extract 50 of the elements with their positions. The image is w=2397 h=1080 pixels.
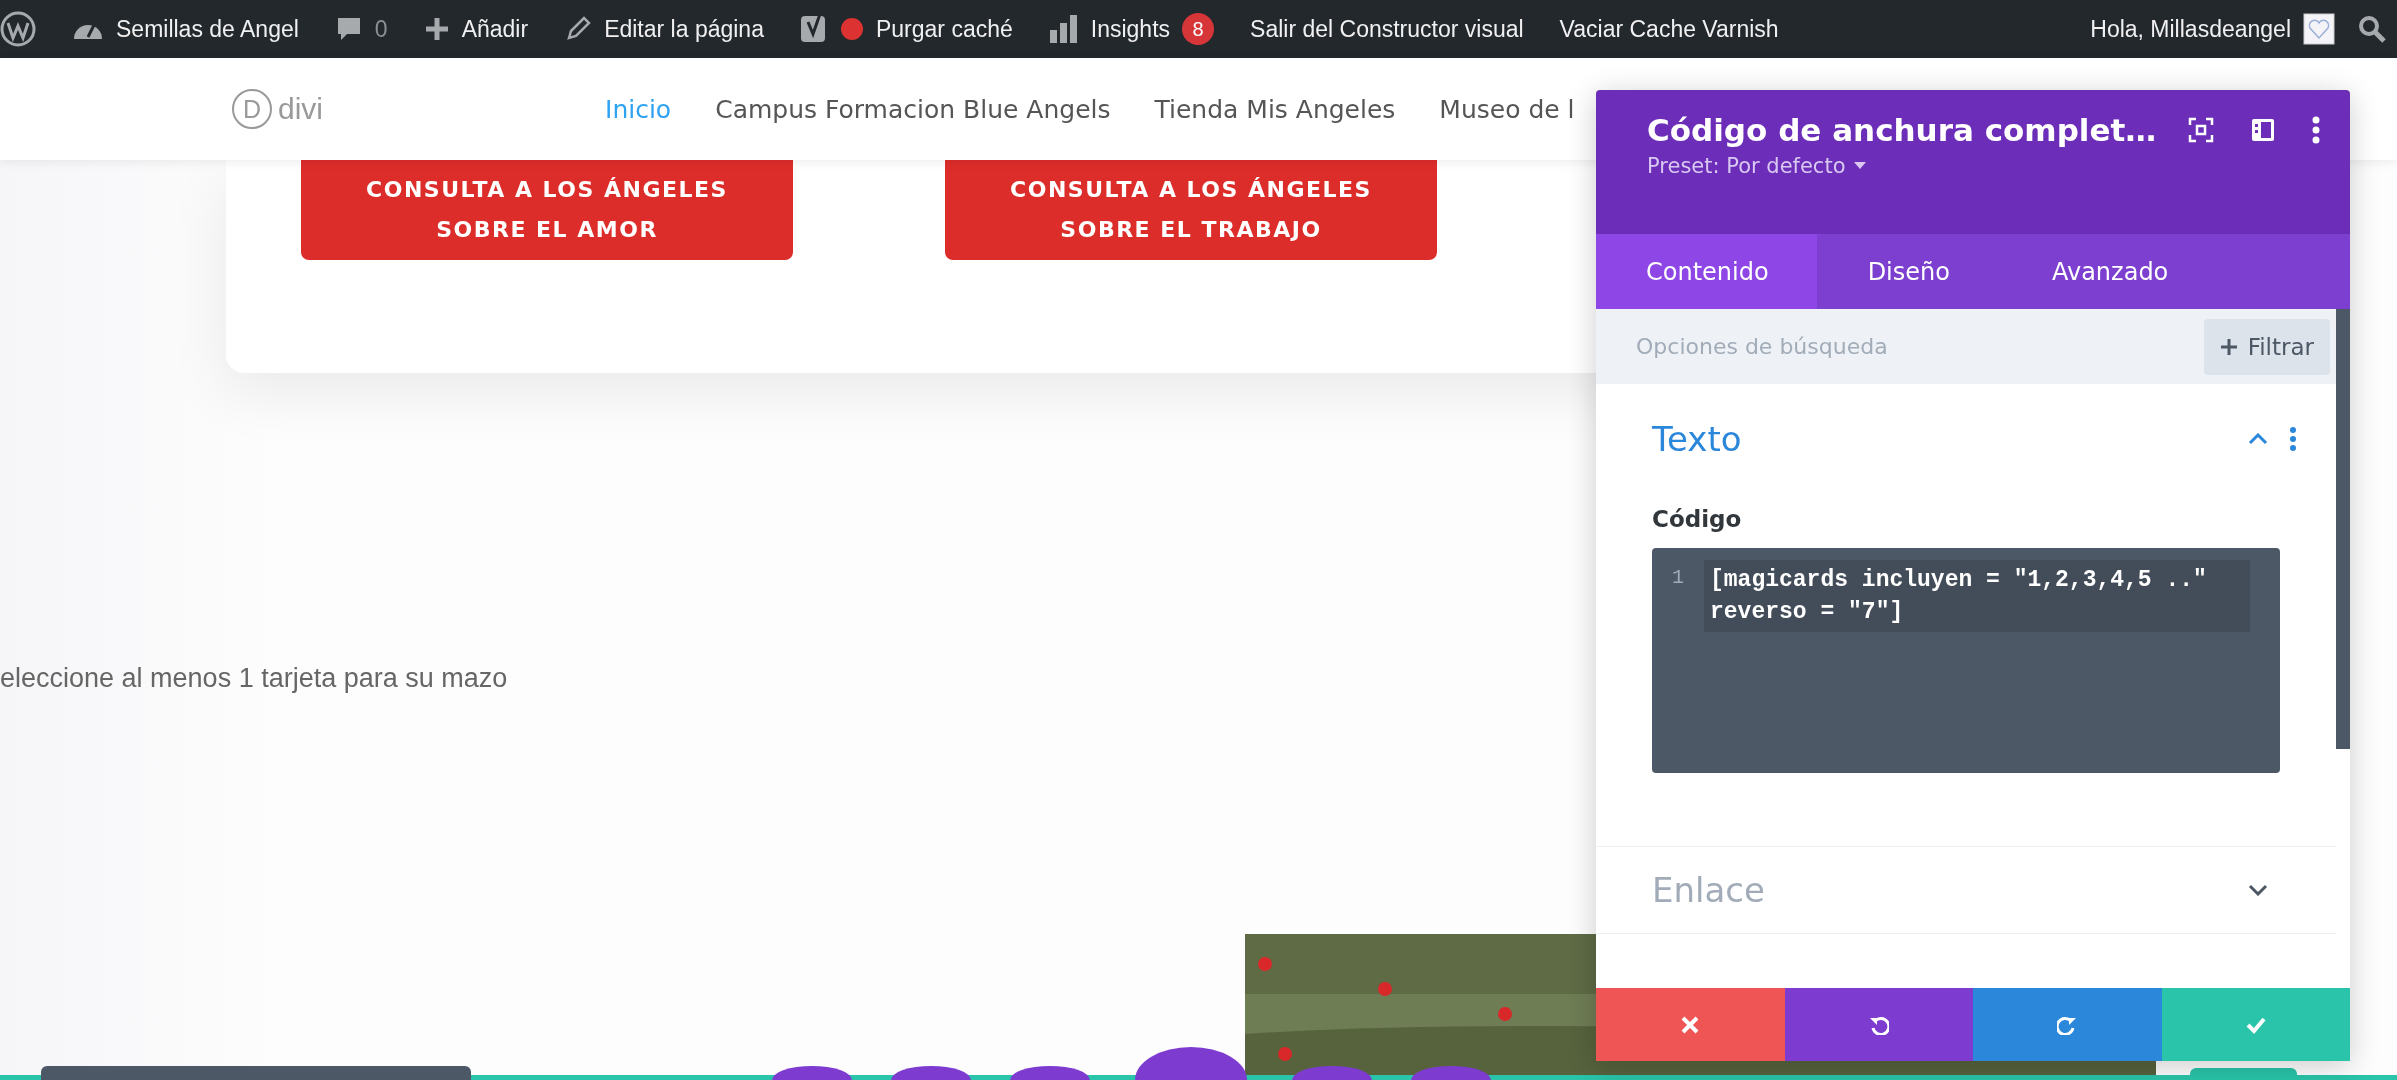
new-link[interactable]: Añadir bbox=[461, 15, 529, 43]
more-options-icon[interactable] bbox=[2290, 427, 2296, 451]
wordpress-logo-icon[interactable] bbox=[0, 11, 36, 47]
insights-link[interactable]: Insights bbox=[1090, 15, 1171, 43]
filter-button[interactable]: Filtrar bbox=[2203, 318, 2330, 375]
bar-chart-icon[interactable] bbox=[1048, 14, 1079, 44]
close-icon bbox=[1680, 1014, 1701, 1035]
comment-count[interactable]: 0 bbox=[374, 15, 388, 43]
nav-link[interactable]: Tienda Mis Angeles bbox=[1154, 94, 1396, 124]
purge-cache-link[interactable]: Purgar caché bbox=[875, 15, 1013, 43]
plus-icon bbox=[2219, 337, 2238, 356]
notification-badge: 8 bbox=[1182, 13, 1215, 45]
plus-icon[interactable] bbox=[423, 16, 450, 42]
panel-title: Código de anchura complet… bbox=[1647, 112, 2158, 148]
greeting-link[interactable]: Hola, Millasdeangel bbox=[2090, 15, 2291, 43]
panel-tab[interactable]: Avanzado bbox=[2000, 234, 2220, 309]
redo-icon bbox=[2057, 1014, 2078, 1035]
clear-cache-link[interactable]: Vaciar Cache Varnish bbox=[1559, 15, 1779, 43]
search-field[interactable]: Opciones de búsqueda bbox=[1634, 333, 2204, 360]
consult-button[interactable]: CONSULTA A LOS ÁNGELES SOBRE EL TRABAJO bbox=[945, 160, 1437, 260]
search-bar[interactable]: Opciones de búsqueda Filtrar bbox=[1596, 309, 2336, 384]
code-editor[interactable]: 1 [magicards incluyen = "1,2,3,4,5 .." reverso = "7"] bbox=[1652, 548, 2280, 773]
chevron-up-icon[interactable] bbox=[2248, 433, 2268, 445]
scrollbar-thumb[interactable] bbox=[2336, 309, 2350, 749]
consult-button[interactable]: CONSULTA A LOS ÁNGELES SOBRE EL AMOR bbox=[301, 160, 793, 260]
line-number: 1 bbox=[1671, 565, 1685, 591]
more-options-icon[interactable] bbox=[2312, 116, 2320, 144]
site-name-link[interactable]: Semillas de Angel bbox=[116, 15, 299, 43]
search-icon[interactable] bbox=[2357, 14, 2387, 44]
status-dot-icon bbox=[839, 17, 864, 41]
exit-builder-link[interactable]: Salir del Constructor visual bbox=[1250, 15, 1524, 43]
section-title[interactable]: Texto bbox=[1652, 419, 2248, 459]
code-text: [magicards incluyen = "1,2,3,4,5 .." reverso = "7"] bbox=[1704, 560, 2250, 632]
edit-page-link[interactable]: Editar la página bbox=[604, 15, 764, 43]
chevron-down-icon[interactable] bbox=[2248, 884, 2268, 896]
fullscreen-icon[interactable] bbox=[2188, 117, 2214, 143]
instruction-text: eleccione al menos 1 tarjeta para su mazo bbox=[0, 663, 509, 694]
nav-link[interactable]: Museo de l bbox=[1439, 94, 1575, 124]
avatar-icon[interactable] bbox=[2303, 13, 2335, 45]
field-label: Código bbox=[1652, 506, 1743, 532]
logo-mark: D bbox=[232, 89, 272, 129]
pencil-icon[interactable] bbox=[564, 15, 593, 43]
logo-text: divi bbox=[278, 92, 323, 126]
panel-tab[interactable]: Diseño bbox=[1816, 234, 2001, 309]
panel-tab[interactable]: Contenido bbox=[1596, 234, 1817, 309]
caret-icon bbox=[1853, 162, 1866, 170]
undo-icon bbox=[1868, 1014, 1889, 1035]
sidebar-layout-icon[interactable] bbox=[2250, 117, 2276, 143]
preset-dropdown[interactable]: Preset: Por defecto bbox=[1647, 154, 2320, 178]
nav-link[interactable]: Campus Formacion Blue Angels bbox=[715, 94, 1111, 124]
